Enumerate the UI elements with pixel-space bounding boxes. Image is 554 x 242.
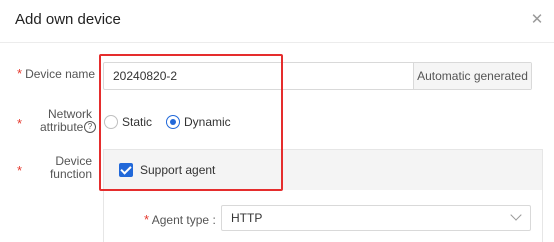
required-mark: * [17,66,23,81]
radio-static[interactable]: Static [104,114,152,130]
device-name-label-row: * Device name : [17,66,102,81]
device-name-field: Automatic generated [103,62,532,90]
chevron-down-icon [510,209,522,221]
required-mark: * [17,116,23,131]
radio-dynamic[interactable]: Dynamic [166,114,232,130]
required-mark: * [17,163,23,178]
dialog-header: Add own device ✕ [0,0,554,43]
radio-static-label: Static [122,115,153,129]
radio-unchecked-icon [104,115,118,129]
radio-checked-icon [166,115,180,129]
agent-type-label-row: * Agent type : [144,212,216,227]
support-agent-row: Support agent [104,150,542,190]
help-icon[interactable]: ? [84,121,96,133]
automatic-generated-button[interactable]: Automatic generated [413,63,531,89]
agent-type-select[interactable]: HTTP [221,205,531,231]
checkbox-checked-icon[interactable] [119,163,133,177]
dialog-title: Add own device [15,11,121,28]
support-agent-label[interactable]: Support agent [140,163,215,177]
close-icon[interactable]: ✕ [528,11,546,29]
agent-type-colon: : [212,213,216,227]
device-function-panel: Support agent * Agent type : HTTP [103,149,543,242]
radio-dynamic-label: Dynamic [184,115,231,129]
device-function-label: Device function [40,155,92,181]
device-name-input[interactable] [104,63,413,89]
device-function-label-line2: function [49,167,92,181]
device-name-label: Device name [25,67,96,81]
add-device-dialog: Add own device ✕ *Device name : Automati… [0,0,554,242]
agent-type-value: HTTP [231,211,263,225]
required-mark: * [144,212,150,227]
device-name-colon: : [98,67,102,81]
agent-type-label: Agent type [151,213,210,227]
